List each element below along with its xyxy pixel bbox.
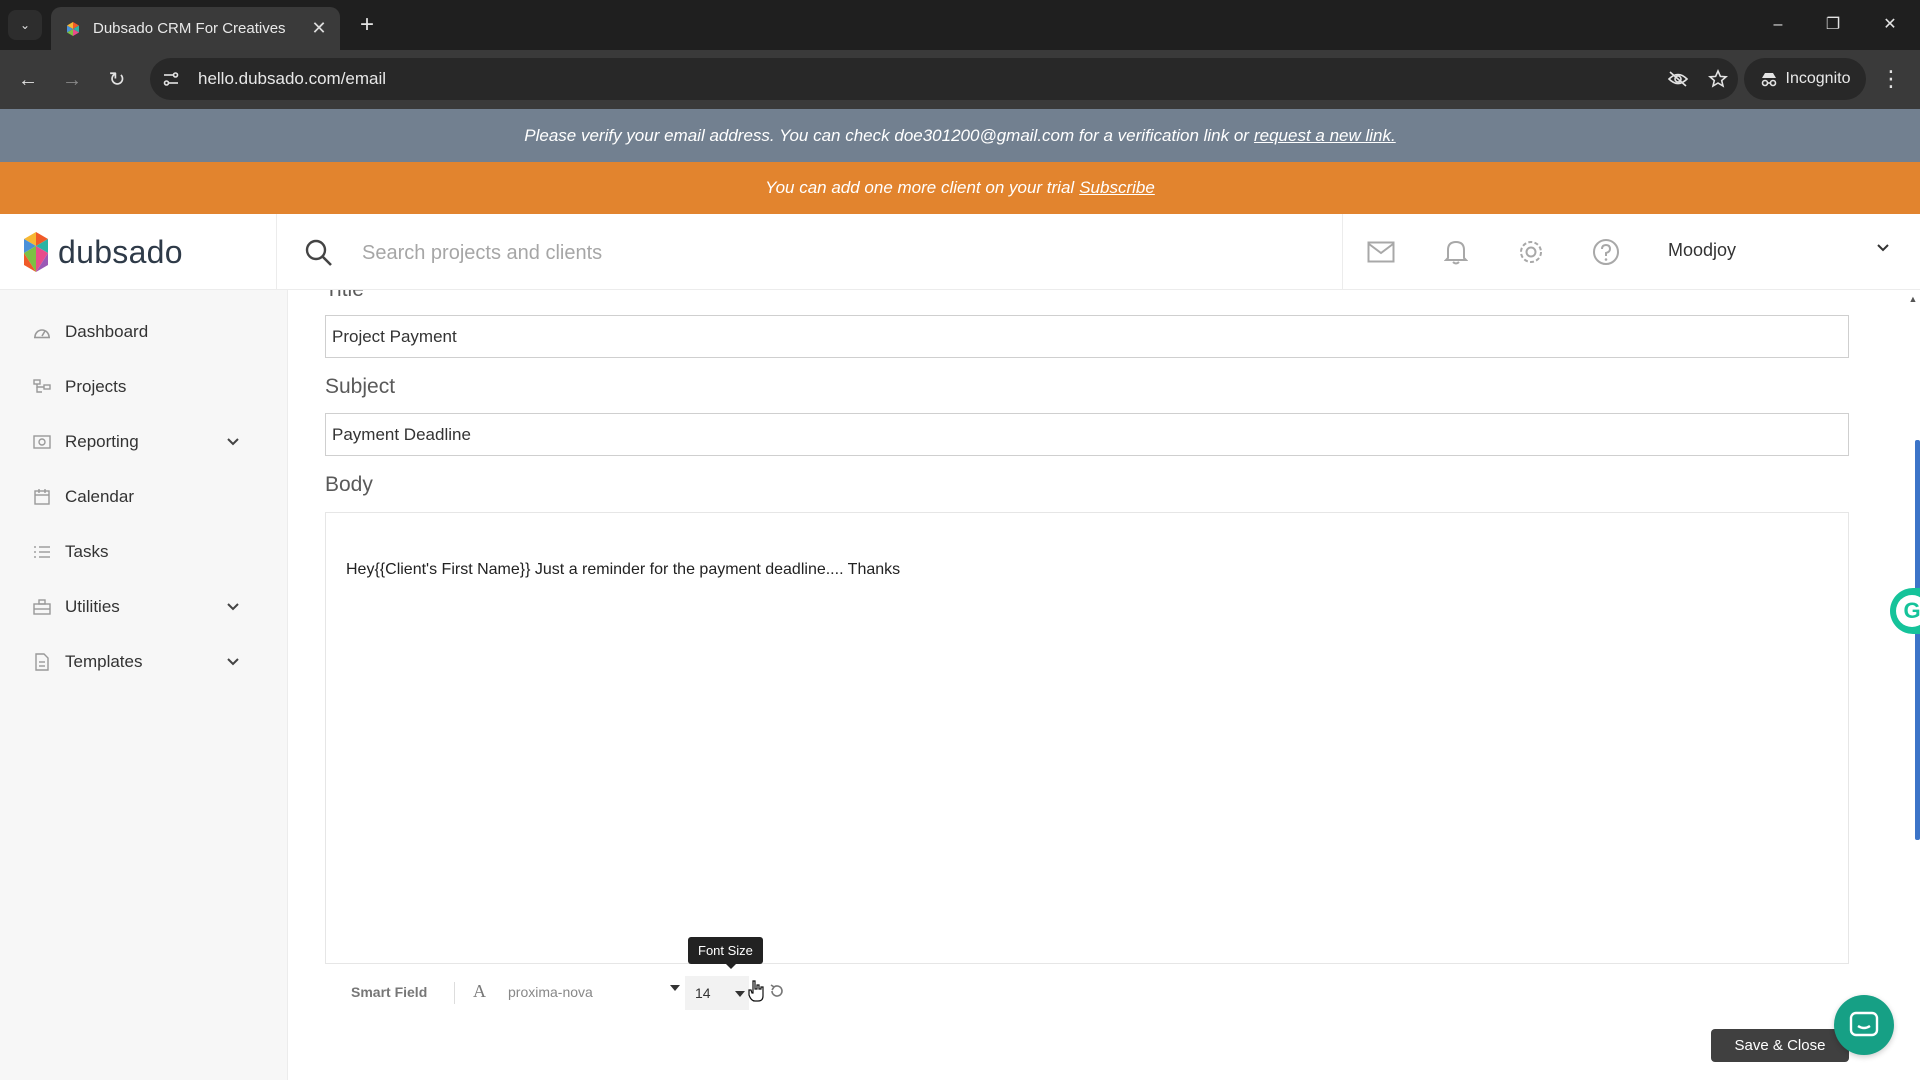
reload-icon[interactable]: ↻: [101, 64, 133, 96]
sidebar-item-label: Tasks: [65, 542, 109, 561]
tab-close-icon[interactable]: ✕: [306, 18, 332, 39]
search-icon[interactable]: [304, 238, 334, 268]
subscribe-link[interactable]: Subscribe: [1079, 178, 1155, 198]
sidebar-item-label: Projects: [65, 377, 127, 396]
sidebar-item-label: Calendar: [65, 487, 134, 506]
sidebar-item-tasks[interactable]: Tasks: [0, 528, 288, 576]
window-close-icon[interactable]: ✕: [1870, 10, 1910, 40]
incognito-label: Incognito: [1785, 70, 1851, 87]
sidebar-item-dashboard[interactable]: Dashboard: [0, 308, 288, 356]
editor-toolbar: Smart Field A proxima-nova 14: [325, 970, 1025, 1014]
calendar-icon: [33, 488, 51, 506]
scrollbar-thumb[interactable]: [1915, 440, 1920, 840]
subject-label: Subject: [325, 375, 396, 398]
sidebar-item-templates[interactable]: Templates: [0, 638, 288, 686]
gear-icon[interactable]: [1515, 236, 1547, 268]
help-icon[interactable]: [1590, 236, 1622, 268]
site-info-icon[interactable]: [150, 58, 192, 100]
reporting-icon: [33, 433, 51, 451]
address-bar[interactable]: hello.dubsado.com/email: [150, 58, 1738, 100]
grammarly-icon: G: [1896, 595, 1920, 627]
caret-down-icon[interactable]: [670, 985, 680, 991]
logo-text: dubsado: [58, 233, 183, 270]
sidebar: Dashboard Projects Reporting Calendar Ta…: [0, 290, 288, 1080]
font-size-value: 14: [695, 985, 711, 1001]
chevron-down-icon[interactable]: [225, 434, 241, 450]
caret-down-icon[interactable]: [735, 991, 745, 997]
mouse-pointer-icon: [748, 980, 764, 1002]
body-editor[interactable]: Hey{{Client's First Name}} Just a remind…: [325, 512, 1849, 964]
header-divider: [276, 214, 277, 290]
projects-icon: [33, 378, 51, 396]
dubsado-favicon-icon: [65, 21, 81, 37]
dubsado-logo[interactable]: dubsado: [22, 230, 183, 274]
new-tab-icon[interactable]: +: [352, 10, 382, 40]
bookmark-star-icon[interactable]: [1698, 58, 1738, 100]
title-label: Title: [325, 290, 364, 302]
sidebar-item-label: Reporting: [65, 432, 139, 451]
sidebar-item-utilities[interactable]: Utilities: [0, 583, 288, 631]
browser-toolbar: ← → ↻ hello.dubsado.com/email Incognito …: [0, 50, 1920, 109]
tab-search-chevron-icon[interactable]: ⌄: [8, 10, 42, 40]
browser-tab-bar: ⌄ Dubsado CRM For Creatives ✕ + – ❐ ✕: [0, 0, 1920, 50]
save-close-button[interactable]: Save & Close: [1711, 1029, 1849, 1062]
user-menu-name[interactable]: Moodjoy: [1668, 240, 1736, 261]
tasks-icon: [33, 543, 51, 561]
mail-icon[interactable]: [1365, 236, 1397, 268]
verify-email-banner: Please verify your email address. You ca…: [0, 109, 1920, 162]
url-text: hello.dubsado.com/email: [198, 69, 387, 88]
utilities-icon: [33, 598, 51, 616]
tab-title: Dubsado CRM For Creatives: [93, 20, 286, 37]
request-new-link[interactable]: request a new link.: [1254, 126, 1396, 146]
incognito-indicator[interactable]: Incognito: [1744, 58, 1866, 100]
dashboard-icon: [33, 323, 51, 341]
browser-menu-icon[interactable]: ⋮: [1876, 64, 1906, 94]
forward-icon[interactable]: →: [56, 64, 88, 96]
trial-banner: You can add one more client on your tria…: [0, 162, 1920, 214]
sidebar-item-label: Dashboard: [65, 322, 149, 341]
undo-icon[interactable]: [768, 982, 786, 1000]
dubsado-logo-icon: [24, 232, 48, 272]
header-divider: [1342, 214, 1343, 290]
trial-banner-text: You can add one more client on your tria…: [765, 178, 1075, 197]
sidebar-item-reporting[interactable]: Reporting: [0, 418, 288, 466]
sidebar-item-label: Utilities: [65, 597, 120, 616]
scroll-up-icon[interactable]: ▲: [1906, 294, 1920, 306]
templates-icon: [33, 653, 51, 671]
font-color-icon[interactable]: A: [473, 981, 486, 1002]
chevron-down-icon[interactable]: [225, 654, 241, 670]
font-size-select[interactable]: 14: [685, 976, 749, 1010]
title-input[interactable]: [325, 315, 1849, 358]
sidebar-item-projects[interactable]: Projects: [0, 363, 288, 411]
user-menu-chevron-icon[interactable]: [1876, 240, 1890, 256]
verify-banner-text: Please verify your email address. You ca…: [524, 125, 1249, 145]
subject-input[interactable]: [325, 413, 1849, 456]
app-header: dubsado Moodjoy: [0, 214, 1920, 290]
body-text[interactable]: Hey{{Client's First Name}} Just a remind…: [346, 561, 900, 579]
browser-tab[interactable]: Dubsado CRM For Creatives ✕: [51, 7, 340, 50]
eye-slash-icon[interactable]: [1658, 58, 1698, 100]
search-input[interactable]: [362, 236, 1262, 270]
sidebar-item-label: Templates: [65, 652, 143, 671]
smart-field-button[interactable]: Smart Field: [351, 984, 427, 1000]
chat-icon: [1849, 1011, 1879, 1037]
incognito-icon: [1761, 73, 1776, 87]
email-template-editor: Title Subject Body Hey{{Client's First N…: [288, 290, 1920, 1080]
body-label: Body: [325, 473, 373, 496]
sidebar-item-calendar[interactable]: Calendar: [0, 473, 288, 521]
minimize-icon[interactable]: –: [1758, 10, 1798, 40]
back-icon[interactable]: ←: [12, 64, 44, 96]
bell-icon[interactable]: [1440, 236, 1472, 268]
font-size-tooltip: Font Size: [688, 937, 763, 969]
toolbar-divider: [454, 982, 455, 1004]
restore-icon[interactable]: ❐: [1813, 10, 1853, 40]
chevron-down-icon[interactable]: [225, 599, 241, 615]
chat-launcher[interactable]: [1834, 995, 1894, 1055]
font-family-select[interactable]: proxima-nova: [508, 984, 593, 1000]
